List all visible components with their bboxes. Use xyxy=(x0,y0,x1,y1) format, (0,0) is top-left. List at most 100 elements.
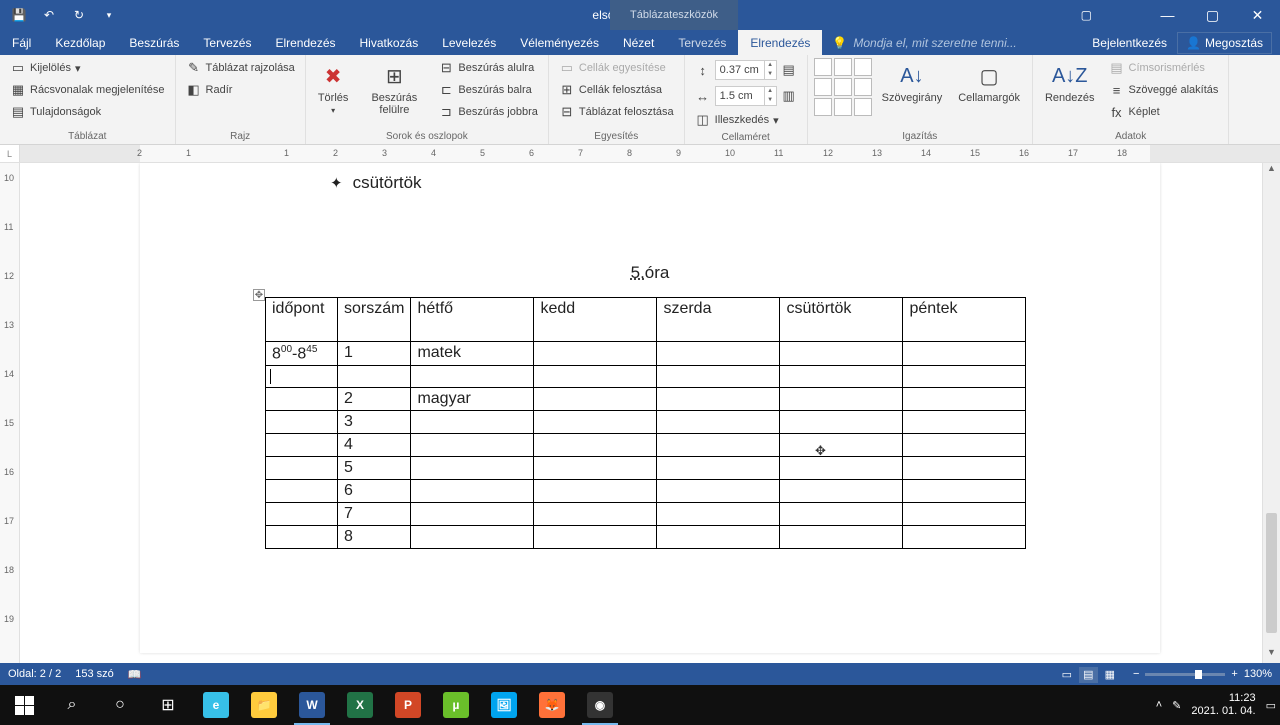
col-width-value[interactable]: 1.5 cm xyxy=(716,90,764,102)
tab-file[interactable]: Fájl xyxy=(0,30,43,55)
row-height-control[interactable]: ↕0.37 cm▲▼▤ xyxy=(691,58,801,82)
tab-table-design[interactable]: Tervezés xyxy=(666,30,738,55)
tell-me-search[interactable]: 💡Mondja el, mit szeretne tenni... xyxy=(822,30,1092,55)
table-cell[interactable] xyxy=(903,457,1026,480)
table-cell[interactable] xyxy=(266,526,338,549)
table-cell[interactable] xyxy=(780,526,903,549)
word-count[interactable]: 153 szó xyxy=(75,668,114,680)
tab-table-layout[interactable]: Elrendezés xyxy=(738,30,822,55)
table-cell[interactable] xyxy=(657,457,780,480)
eraser-button[interactable]: ◧Radír xyxy=(182,80,299,100)
repeat-header-button[interactable]: ▤Címsorismérlés xyxy=(1105,58,1223,78)
table-cell[interactable] xyxy=(534,480,657,503)
table-cell[interactable]: 800-845 xyxy=(266,342,338,366)
table-cell[interactable] xyxy=(411,503,534,526)
insert-below-button[interactable]: ⊟Beszúrás alulra xyxy=(434,58,542,78)
table-caption[interactable]: 5.óra xyxy=(140,263,1160,283)
taskbar-app-explorer[interactable]: 📁 xyxy=(240,685,288,725)
tab-design[interactable]: Tervezés xyxy=(191,30,263,55)
table-cell[interactable] xyxy=(903,342,1026,366)
table-cell[interactable] xyxy=(266,480,338,503)
split-cells-button[interactable]: ⊞Cellák felosztása xyxy=(555,80,678,100)
table-cell[interactable] xyxy=(411,411,534,434)
tab-references[interactable]: Hivatkozás xyxy=(348,30,431,55)
spellcheck-icon[interactable]: 📖 xyxy=(128,668,142,681)
table-cell[interactable]: 1 xyxy=(338,342,411,366)
table-cell[interactable] xyxy=(534,388,657,411)
table-cell[interactable] xyxy=(266,388,338,411)
start-button[interactable] xyxy=(0,685,48,725)
text-direction-button[interactable]: A↓Szövegirány xyxy=(876,58,949,108)
table-cell[interactable] xyxy=(534,411,657,434)
read-mode-button[interactable]: ▭ xyxy=(1058,669,1076,681)
table-header-cell[interactable]: péntek xyxy=(903,298,1026,342)
table-cell[interactable] xyxy=(903,366,1026,388)
taskbar-app-edge[interactable]: e xyxy=(192,685,240,725)
table-cell[interactable] xyxy=(903,503,1026,526)
table-cell[interactable] xyxy=(903,434,1026,457)
table-header-cell[interactable]: kedd xyxy=(534,298,657,342)
table-cell[interactable] xyxy=(534,457,657,480)
save-icon[interactable]: 💾 xyxy=(10,6,28,24)
table-cell[interactable] xyxy=(411,526,534,549)
table-cell[interactable] xyxy=(780,503,903,526)
qat-more-icon[interactable]: ▾ xyxy=(100,6,118,24)
table-cell[interactable] xyxy=(266,503,338,526)
table-cell[interactable] xyxy=(903,480,1026,503)
page-indicator[interactable]: Oldal: 2 / 2 xyxy=(8,668,61,680)
search-button[interactable]: ⌕ xyxy=(48,685,96,725)
table-cell[interactable] xyxy=(534,526,657,549)
tab-mailings[interactable]: Levelezés xyxy=(430,30,508,55)
zoom-out-button[interactable]: − xyxy=(1133,668,1139,680)
tab-layout[interactable]: Elrendezés xyxy=(263,30,347,55)
table-cell[interactable] xyxy=(903,411,1026,434)
draw-table-button[interactable]: ✎Táblázat rajzolása xyxy=(182,58,299,78)
taskbar-app-word[interactable]: W xyxy=(288,685,336,725)
table-cell[interactable] xyxy=(534,503,657,526)
table-cell[interactable] xyxy=(780,388,903,411)
table-cell[interactable] xyxy=(657,480,780,503)
tab-home[interactable]: Kezdőlap xyxy=(43,30,117,55)
table-cell[interactable] xyxy=(780,342,903,366)
delete-button[interactable]: ✖Törlés▾ xyxy=(312,58,355,119)
table-cell[interactable] xyxy=(411,457,534,480)
horizontal-ruler[interactable]: L 21123456789101112131415161718 xyxy=(0,145,1280,163)
dist-rows-icon[interactable]: ▤ xyxy=(781,62,797,78)
taskbar-app-utorrent[interactable]: µ xyxy=(432,685,480,725)
table-cell[interactable] xyxy=(657,434,780,457)
page-canvas[interactable]: ✦ csütörtök 5.óra ✥ időpontsorszámhétfők… xyxy=(20,163,1262,663)
tray-overflow-icon[interactable]: ˄ xyxy=(1156,699,1162,711)
tab-view[interactable]: Nézet xyxy=(611,30,666,55)
ink-icon[interactable]: ✎ xyxy=(1172,699,1181,712)
table-cell[interactable] xyxy=(266,411,338,434)
table-cell[interactable] xyxy=(780,411,903,434)
web-layout-button[interactable]: ▦ xyxy=(1101,669,1119,681)
table-header-cell[interactable]: csütörtök xyxy=(780,298,903,342)
table-cell[interactable] xyxy=(534,366,657,388)
taskview-button[interactable]: ⊞ xyxy=(144,685,192,725)
close-button[interactable]: ✕ xyxy=(1235,0,1280,30)
zoom-in-button[interactable]: + xyxy=(1231,668,1237,680)
clock[interactable]: 11:23 2021. 01. 04. xyxy=(1191,692,1255,718)
taskbar-app-excel[interactable]: X xyxy=(336,685,384,725)
vertical-scrollbar[interactable]: ▲ ▼ xyxy=(1262,163,1280,663)
bullet-line[interactable]: ✦ csütörtök xyxy=(330,173,422,193)
table-cell[interactable]: 3 xyxy=(338,411,411,434)
merge-cells-button[interactable]: ▭Cellák egyesítése xyxy=(555,58,678,78)
table-cell[interactable]: 4 xyxy=(338,434,411,457)
taskbar-app-firefox[interactable]: 🦊 xyxy=(528,685,576,725)
table-move-handle[interactable]: ✥ xyxy=(253,289,265,301)
minimize-button[interactable]: — xyxy=(1145,0,1190,30)
alignment-grid[interactable] xyxy=(814,58,872,116)
scroll-thumb[interactable] xyxy=(1266,513,1277,633)
ribbon-display-icon[interactable]: ▢ xyxy=(1073,8,1100,22)
print-layout-button[interactable]: ▤ xyxy=(1079,667,1097,683)
scroll-down-arrow[interactable]: ▼ xyxy=(1263,647,1280,663)
table-cell[interactable] xyxy=(534,342,657,366)
sort-button[interactable]: A↓ZRendezés xyxy=(1039,58,1101,108)
properties-button[interactable]: ▤Tulajdonságok xyxy=(6,102,169,122)
table-cell[interactable] xyxy=(657,388,780,411)
autofit-button[interactable]: ◫Illeszkedés ▾ xyxy=(691,110,801,130)
cell-margins-button[interactable]: ▢Cellamargók xyxy=(952,58,1026,108)
formula-button[interactable]: fxKéplet xyxy=(1105,102,1223,122)
